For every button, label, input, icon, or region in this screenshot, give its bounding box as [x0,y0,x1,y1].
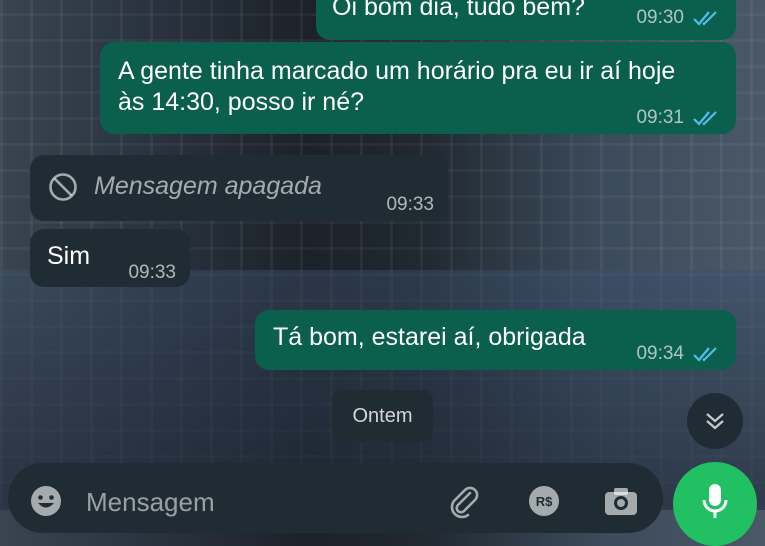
message-text: Oi bom dia, tudo bem? [332,0,585,21]
message-text: Tá bom, estarei aí, obrigada [273,323,586,351]
emoji-icon[interactable] [28,483,64,519]
attach-icon[interactable] [446,483,482,519]
message-text: Mensagem apagada [94,172,322,200]
message-time: 09:33 [386,194,434,215]
double-chevron-down-icon [706,413,724,430]
message-bubble-outgoing[interactable]: Tá bom, estarei aí, obrigada 09:34 [255,310,736,370]
message-time: 09:34 [636,343,684,364]
message-time: 09:31 [636,107,684,128]
message-bubble-incoming-deleted[interactable]: Mensagem apagada 09:33 [30,155,448,221]
message-bubble-outgoing[interactable]: Oi bom dia, tudo bem? 09:30 [316,0,736,40]
payment-icon[interactable]: R$ [526,483,562,519]
deleted-message-icon [48,172,78,202]
double-check-read-icon [692,104,722,126]
message-bubble-outgoing[interactable]: A gente tinha marcado um horário pra eu … [100,42,736,134]
message-text: Sim [47,242,91,270]
voice-message-button[interactable] [673,462,757,546]
message-input[interactable] [84,481,428,523]
message-composer: R$ [8,463,663,533]
double-check-read-icon [692,340,722,362]
message-text: A gente tinha marcado um horário pra eu … [118,57,676,116]
microphone-icon [702,484,728,518]
scroll-to-bottom-button[interactable] [687,393,743,449]
camera-icon[interactable] [602,483,640,519]
date-separator: Ontem [332,390,433,442]
double-check-read-icon [692,4,722,26]
svg-text:R$: R$ [536,494,553,509]
message-time: 09:30 [636,7,684,28]
message-bubble-incoming[interactable]: Sim 09:33 [30,229,190,287]
message-time: 09:33 [128,262,176,283]
